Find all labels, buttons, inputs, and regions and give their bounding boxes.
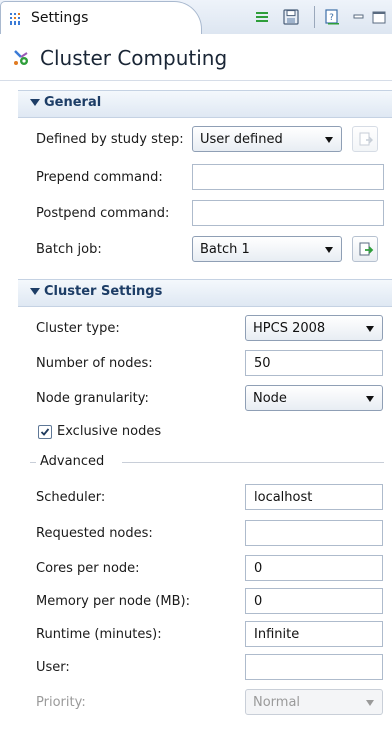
collapse-arrow-icon: [30, 288, 40, 295]
prepend-command-label: Prepend command:: [36, 170, 163, 185]
cluster-type-value: HPCS 2008: [253, 321, 326, 336]
section-title: Cluster Settings: [44, 284, 163, 299]
memory-per-node-label: Memory per node (MB):: [36, 594, 190, 609]
batch-job-select[interactable]: Batch 1: [192, 236, 342, 262]
checkmark-icon: [40, 428, 50, 436]
number-of-nodes-input[interactable]: 50: [245, 350, 383, 376]
page-title: Cluster Computing: [40, 46, 228, 70]
user-input[interactable]: [245, 654, 383, 680]
maximize-icon[interactable]: [370, 7, 390, 27]
general-section-header[interactable]: General: [18, 90, 392, 118]
defined-by-label: Defined by study step:: [36, 132, 184, 147]
exclusive-nodes-checkbox[interactable]: [38, 425, 52, 439]
svg-text:?: ?: [329, 13, 334, 23]
settings-header: Cluster Computing: [0, 34, 392, 81]
priority-label: Priority:: [36, 695, 86, 710]
collapse-arrow-icon: [30, 99, 40, 106]
batch-job-label: Batch job:: [36, 242, 102, 257]
go-to-batch-job-button[interactable]: [352, 236, 378, 262]
cluster-settings-section-header[interactable]: Cluster Settings: [18, 279, 392, 307]
settings-tab[interactable]: Settings: [0, 1, 202, 35]
chevron-down-icon: [366, 326, 374, 332]
defined-by-select[interactable]: User defined: [192, 126, 342, 152]
user-label: User:: [36, 660, 70, 675]
number-of-nodes-label: Number of nodes:: [36, 356, 153, 371]
cluster-type-select[interactable]: HPCS 2008: [245, 315, 383, 341]
exclusive-nodes-label[interactable]: Exclusive nodes: [57, 424, 161, 439]
go-to-source-icon: [359, 242, 374, 256]
settings-tab-icon: [9, 11, 25, 27]
node-granularity-value: Node: [253, 391, 287, 406]
node-granularity-select[interactable]: Node: [245, 385, 383, 411]
batch-job-value: Batch 1: [200, 242, 250, 257]
node-granularity-label: Node granularity:: [36, 391, 149, 406]
priority-select[interactable]: Normal: [245, 689, 383, 715]
defined-by-value: User defined: [200, 132, 283, 147]
minimize-icon[interactable]: [349, 7, 369, 27]
cluster-type-label: Cluster type:: [36, 321, 120, 336]
go-to-source-icon: [359, 132, 373, 146]
help-icon[interactable]: ?: [322, 7, 342, 27]
cores-per-node-input[interactable]: 0: [245, 555, 383, 581]
runtime-label: Runtime (minutes):: [36, 627, 162, 642]
section-title: General: [44, 95, 102, 110]
chevron-down-icon: [325, 247, 333, 253]
postpend-command-label: Postpend command:: [36, 206, 170, 221]
toolbar-separator: [314, 6, 315, 28]
tab-title: Settings: [31, 10, 89, 26]
chevron-down-icon: [366, 700, 374, 706]
runtime-input[interactable]: Infinite: [245, 621, 383, 647]
postpend-command-input[interactable]: [192, 200, 384, 226]
scheduler-label: Scheduler:: [36, 490, 106, 505]
cores-per-node-label: Cores per node:: [36, 561, 140, 576]
title-tab-bar: Settings ?: [0, 0, 392, 35]
advanced-group-line-right: [122, 462, 384, 463]
chevron-down-icon: [325, 137, 333, 143]
prepend-command-input[interactable]: [192, 164, 384, 190]
memory-per-node-input[interactable]: 0: [245, 588, 383, 614]
go-to-source-button[interactable]: [352, 126, 378, 152]
menu-icon[interactable]: [252, 7, 272, 27]
advanced-group-title: Advanced: [40, 454, 105, 469]
requested-nodes-label: Requested nodes:: [36, 526, 153, 541]
priority-value: Normal: [253, 695, 301, 710]
chevron-down-icon: [366, 396, 374, 402]
scheduler-input[interactable]: localhost: [245, 484, 383, 510]
save-icon[interactable]: [281, 7, 301, 27]
cluster-computing-icon: [12, 48, 32, 68]
advanced-group-line-left: [30, 462, 36, 463]
requested-nodes-input[interactable]: [245, 520, 383, 546]
